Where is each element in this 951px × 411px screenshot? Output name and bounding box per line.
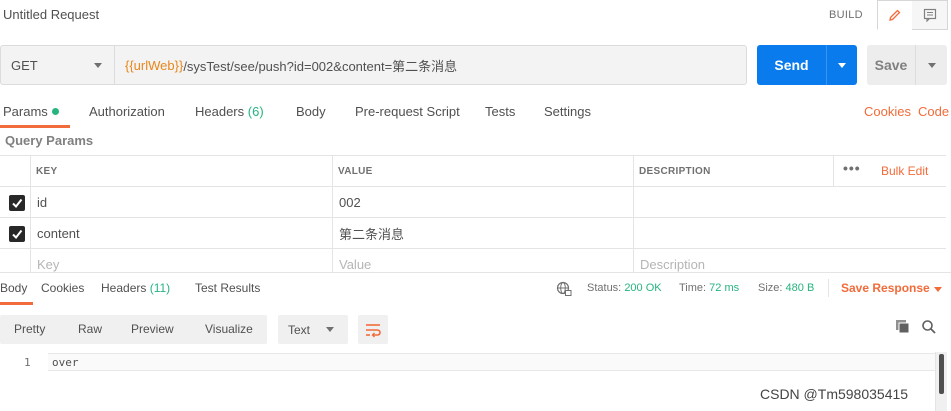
view-mode-group: Pretty Raw Preview Visualize — [0, 315, 267, 344]
more-options-icon[interactable]: ••• — [843, 160, 861, 176]
column-header-value: VALUE — [338, 166, 373, 177]
preview-button[interactable]: Preview — [131, 322, 174, 336]
chevron-down-icon — [94, 63, 102, 68]
url-path: /sysTest/see/push?id=002&content=第二条消息 — [183, 58, 458, 74]
globe-icon[interactable] — [556, 281, 572, 297]
scrollbar-thumb[interactable] — [939, 354, 944, 394]
search-icon[interactable] — [921, 319, 937, 335]
chevron-down-icon — [838, 63, 846, 68]
build-label: BUILD — [829, 9, 863, 21]
tab-pre-request-script[interactable]: Pre-request Script — [355, 104, 460, 119]
method-select[interactable]: GET — [0, 45, 115, 85]
code-line: over — [48, 353, 935, 371]
visualize-button[interactable]: Visualize — [205, 322, 253, 336]
column-header-key: KEY — [36, 166, 58, 177]
table-header-row: KEY VALUE DESCRIPTION ••• Bulk Edit — [0, 156, 946, 187]
bulk-edit-link[interactable]: Bulk Edit — [881, 164, 928, 178]
documentation-button[interactable] — [912, 0, 948, 30]
save-button[interactable]: Save — [867, 45, 915, 85]
send-options-button[interactable] — [826, 45, 857, 85]
line-number: 1 — [24, 356, 31, 369]
tab-tests[interactable]: Tests — [485, 104, 515, 119]
param-key-input[interactable]: id — [37, 187, 47, 218]
tab-headers[interactable]: Headers (6) — [195, 104, 264, 119]
tab-test-results[interactable]: Test Results — [195, 281, 260, 295]
headers-count: (6) — [247, 104, 264, 119]
query-params-table: KEY VALUE DESCRIPTION ••• Bulk Edit id 0… — [0, 155, 946, 273]
param-value-input[interactable]: 第二条消息 — [339, 218, 404, 249]
url-variable: {{urlWeb}} — [125, 57, 184, 73]
table-row: id 002 — [0, 187, 946, 218]
active-tab-indicator — [0, 302, 33, 305]
response-body-viewer[interactable]: 1 over — [0, 352, 951, 411]
tab-response-body[interactable]: Body — [0, 281, 27, 295]
format-type-select[interactable]: Text — [278, 315, 348, 344]
tab-params[interactable]: Params — [3, 104, 59, 119]
comment-icon — [923, 8, 936, 22]
request-tabs: Params Authorization Headers (6) Body Pr… — [0, 100, 951, 128]
method-label: GET — [11, 57, 38, 73]
check-icon — [12, 229, 23, 240]
chevron-down-icon[interactable] — [934, 287, 942, 292]
tab-params-label: Params — [3, 104, 48, 119]
tab-body[interactable]: Body — [296, 104, 326, 119]
pencil-icon — [889, 9, 901, 21]
time-label: Time: — [679, 282, 707, 294]
watermark: CSDN @Tm598035415 — [760, 386, 909, 402]
save-response-button[interactable]: Save Response — [841, 281, 930, 295]
tab-response-cookies[interactable]: Cookies — [41, 281, 84, 295]
send-button[interactable]: Send — [757, 45, 826, 85]
tab-response-headers-label: Headers — [101, 281, 147, 295]
table-row: content 第二条消息 — [0, 218, 946, 249]
code-text: over — [52, 356, 79, 369]
url-input[interactable]: {{urlWeb}}/sysTest/see/push?id=002&conte… — [115, 45, 747, 85]
tab-headers-label: Headers — [195, 104, 245, 119]
time-indicator: Time: 72 ms — [679, 282, 739, 294]
response-tabs: Body Cookies Headers (11) Test Results S… — [0, 272, 951, 305]
status-value: 200 OK — [624, 282, 662, 294]
check-icon — [12, 198, 23, 209]
format-type-label: Text — [288, 323, 311, 337]
wrap-lines-icon — [366, 323, 381, 337]
time-value: 72 ms — [709, 282, 740, 294]
response-headers-count: (11) — [149, 281, 171, 295]
row-checkbox[interactable] — [9, 226, 25, 242]
request-title[interactable]: Untitled Request — [3, 7, 99, 22]
param-key-input[interactable]: content — [37, 218, 80, 249]
size-indicator: Size: 480 B — [758, 282, 814, 294]
size-value: 480 B — [785, 282, 815, 294]
chevron-down-icon — [928, 63, 936, 68]
status-indicator: Status: 200 OK — [587, 282, 662, 294]
divider — [828, 279, 829, 297]
tab-settings[interactable]: Settings — [544, 104, 591, 119]
query-params-title: Query Params — [5, 133, 94, 148]
title-bar: Untitled Request BUILD — [0, 0, 951, 30]
raw-button[interactable]: Raw — [78, 322, 102, 336]
cookies-link[interactable]: Cookies — [864, 104, 911, 119]
code-link[interactable]: Code — [918, 104, 949, 119]
copy-icon[interactable] — [895, 319, 911, 335]
param-value-input[interactable]: 002 — [339, 187, 361, 218]
status-label: Status: — [587, 282, 622, 294]
tab-authorization[interactable]: Authorization — [89, 104, 165, 119]
wrap-lines-button[interactable] — [358, 315, 388, 344]
scrollbar[interactable] — [935, 352, 947, 411]
active-tab-indicator — [0, 125, 70, 128]
tab-response-headers[interactable]: Headers (11) — [101, 281, 170, 295]
row-checkbox[interactable] — [9, 195, 25, 211]
column-header-description: DESCRIPTION — [639, 166, 711, 177]
active-dot-icon — [51, 108, 59, 115]
save-options-button[interactable] — [915, 45, 947, 85]
size-label: Size: — [758, 282, 783, 294]
pretty-button[interactable]: Pretty — [14, 322, 45, 336]
chevron-down-icon — [326, 327, 334, 332]
edit-mode-button[interactable] — [877, 0, 913, 30]
